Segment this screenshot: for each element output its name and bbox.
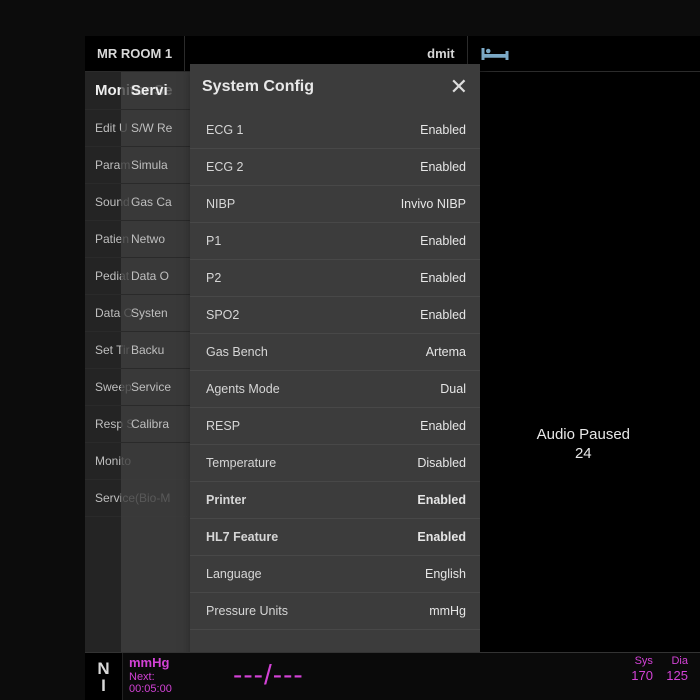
config-value: Enabled bbox=[417, 530, 466, 544]
config-value: Disabled bbox=[417, 456, 466, 470]
config-value: Enabled bbox=[420, 234, 466, 248]
sys-value: 170 bbox=[621, 668, 653, 684]
config-row-gas-bench[interactable]: Gas Bench Artema bbox=[190, 334, 480, 371]
close-icon[interactable]: ✕ bbox=[450, 74, 468, 100]
screen: MR ROOM 1 dmit Monitor Se Edit U Param S… bbox=[85, 36, 700, 700]
system-config-list: ECG 1 Enabled ECG 2 Enabled NIBP Invivo NIBP P… bbox=[190, 112, 480, 700]
config-label: ECG 1 bbox=[206, 123, 244, 137]
dia-label: Dia bbox=[656, 655, 688, 668]
config-row-agents-mode[interactable]: Agents Mode Dual bbox=[190, 371, 480, 408]
config-row-nibp[interactable]: NIBP Invivo NIBP bbox=[190, 186, 480, 223]
config-label: ECG 2 bbox=[206, 160, 244, 174]
config-row-printer[interactable]: Printer Enabled bbox=[190, 482, 480, 519]
ni-letter-i: I bbox=[101, 677, 106, 694]
config-value: Enabled bbox=[417, 493, 466, 507]
config-value: Enabled bbox=[420, 271, 466, 285]
config-value: Invivo NIBP bbox=[401, 197, 466, 211]
sys-label: Sys bbox=[621, 655, 653, 668]
config-label: Printer bbox=[206, 493, 246, 507]
dia-value: 125 bbox=[656, 668, 688, 684]
config-row-p2[interactable]: P2 Enabled bbox=[190, 260, 480, 297]
config-row-ecg-1[interactable]: ECG 1 Enabled bbox=[190, 112, 480, 149]
room-label[interactable]: MR ROOM 1 bbox=[85, 36, 185, 71]
config-row-hl7-feature[interactable]: HL7 Feature Enabled bbox=[190, 519, 480, 556]
nibp-timer: 00:05:00 bbox=[129, 683, 694, 695]
config-value: Enabled bbox=[420, 123, 466, 137]
monitor-bezel: MR ROOM 1 dmit Monitor Se Edit U Param S… bbox=[0, 0, 700, 700]
config-row-language[interactable]: Language English bbox=[190, 556, 480, 593]
config-row-pressure-units[interactable]: Pressure Units mmHg bbox=[190, 593, 480, 630]
nibp-reading: ---/--- bbox=[233, 659, 304, 691]
config-label: Temperature bbox=[206, 456, 276, 470]
system-config-panel: System Config ✕ ECG 1 Enabled ECG 2 Enabled… bbox=[190, 64, 480, 700]
ni-letter-n: N bbox=[97, 660, 109, 677]
nibp-tile-label[interactable]: N I bbox=[85, 653, 123, 700]
nibp-unit: mmHg bbox=[129, 655, 169, 670]
config-label: HL7 Feature bbox=[206, 530, 278, 544]
system-config-title: System Config bbox=[202, 78, 314, 96]
audio-status: Audio Paused 24 bbox=[537, 426, 630, 462]
config-label: P1 bbox=[206, 234, 221, 248]
config-value: Dual bbox=[440, 382, 466, 396]
config-value: English bbox=[425, 567, 466, 581]
config-value: Artema bbox=[426, 345, 466, 359]
config-row-resp[interactable]: RESP Enabled bbox=[190, 408, 480, 445]
config-row-p1[interactable]: P1 Enabled bbox=[190, 223, 480, 260]
nibp-next-label: Next: bbox=[129, 671, 694, 683]
config-value: mmHg bbox=[429, 604, 466, 618]
config-label: Gas Bench bbox=[206, 345, 268, 359]
config-value: Enabled bbox=[420, 419, 466, 433]
config-row-temperature[interactable]: Temperature Disabled bbox=[190, 445, 480, 482]
config-label: P2 bbox=[206, 271, 221, 285]
config-label: SPO2 bbox=[206, 308, 239, 322]
config-value: Enabled bbox=[420, 160, 466, 174]
config-label: RESP bbox=[206, 419, 240, 433]
config-row-ecg-2[interactable]: ECG 2 Enabled bbox=[190, 149, 480, 186]
config-label: Agents Mode bbox=[206, 382, 280, 396]
config-label: Language bbox=[206, 567, 262, 581]
config-label: NIBP bbox=[206, 197, 235, 211]
config-row-spo2[interactable]: SPO2 Enabled bbox=[190, 297, 480, 334]
audio-countdown: 24 bbox=[537, 445, 630, 462]
config-label: Pressure Units bbox=[206, 604, 288, 618]
config-value: Enabled bbox=[420, 308, 466, 322]
nibp-readout[interactable]: mmHg Next: 00:05:00 ---/--- Sys Dia 170 … bbox=[123, 653, 700, 700]
audio-paused-label: Audio Paused bbox=[537, 426, 630, 443]
nibp-bar: N I mmHg Next: 00:05:00 ---/--- Sys Dia … bbox=[85, 652, 700, 700]
